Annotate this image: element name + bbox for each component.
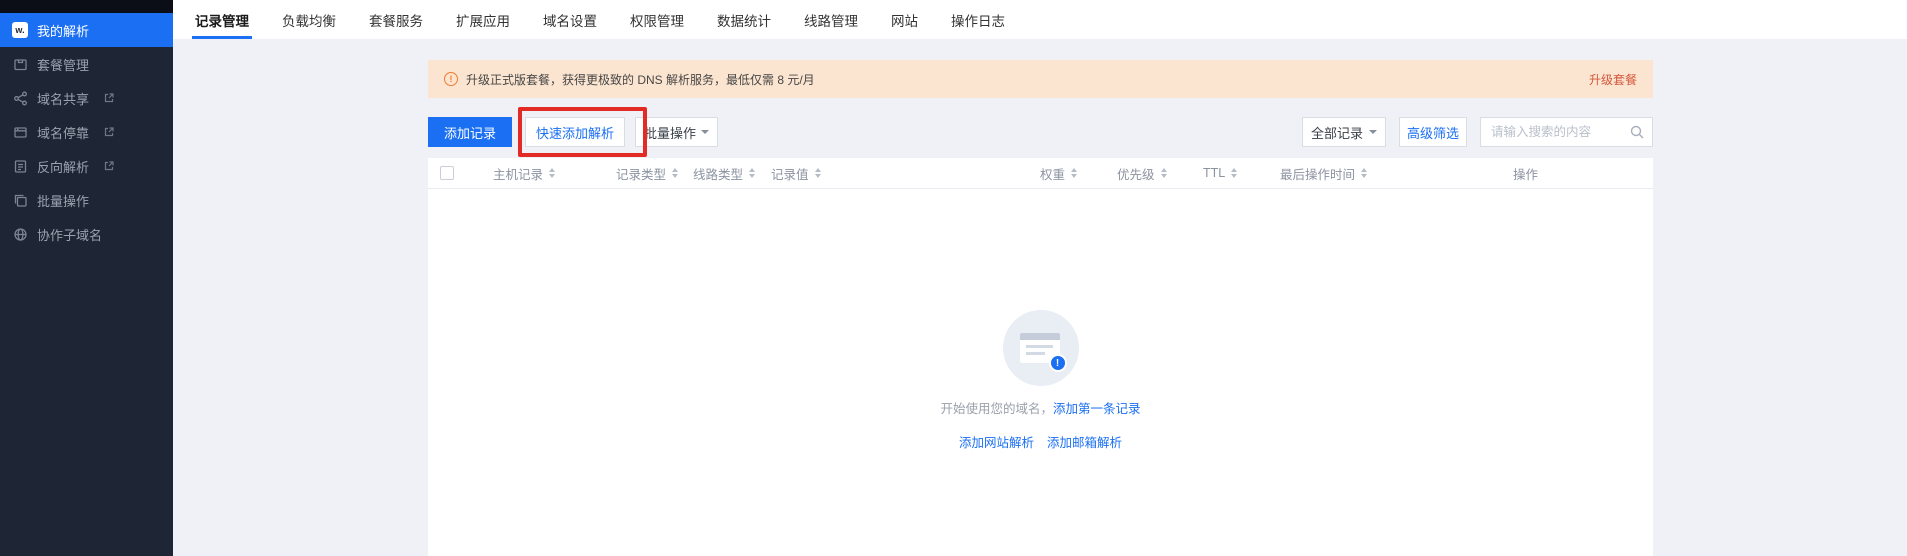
select-all-checkbox[interactable] [440, 166, 454, 180]
tab-load-balancing[interactable]: 负载均衡 [282, 0, 336, 39]
column-header-last-operated[interactable]: 最后操作时间 [1280, 164, 1513, 183]
tab-domain-settings[interactable]: 域名设置 [543, 0, 597, 39]
column-header-actions: 操作 [1513, 164, 1653, 183]
column-label: 最后操作时间 [1280, 164, 1355, 183]
empty-state: ! 开始使用您的域名，添加第一条记录 添加网站解析 添加邮箱解析 [428, 310, 1653, 451]
empty-state-links: 添加网站解析 添加邮箱解析 [959, 432, 1122, 451]
add-first-record-link[interactable]: 添加第一条记录 [1053, 402, 1141, 416]
sidebar-item-label: 套餐管理 [37, 55, 89, 74]
record-toolbar: 添加记录 快速添加解析 批量操作 全部记录 高级筛选 [428, 117, 1653, 147]
quick-add-button[interactable]: 快速添加解析 [525, 117, 625, 147]
globe-icon [12, 226, 28, 242]
batch-operations-dropdown[interactable]: 批量操作 [635, 117, 718, 147]
upgrade-banner-text: 升级正式版套餐，获得更极致的 DNS 解析服务，最低仅需 8 元/月 [466, 71, 815, 88]
column-header-priority[interactable]: 优先级 [1117, 164, 1203, 183]
add-site-record-link[interactable]: 添加网站解析 [959, 432, 1034, 451]
upgrade-plan-link[interactable]: 升级套餐 [1589, 71, 1637, 88]
sidebar-item-label: 域名停靠 [37, 123, 89, 142]
column-label: 记录值 [771, 164, 809, 183]
sidebar-item-domain-sharing[interactable]: 域名共享 [0, 81, 173, 115]
external-link-icon [104, 161, 114, 171]
sidebar-item-reverse-dns[interactable]: 反向解析 [0, 149, 173, 183]
domain-favicon-icon: w. [12, 22, 28, 38]
sort-icon[interactable] [749, 168, 755, 178]
column-label: 记录类型 [616, 164, 666, 183]
toolbar-right-group: 全部记录 高级筛选 [1302, 117, 1653, 147]
column-label: 优先级 [1117, 164, 1155, 183]
column-header-ttl[interactable]: TTL [1203, 166, 1280, 180]
tab-line-management[interactable]: 线路管理 [804, 0, 858, 39]
sidebar-item-my-dns[interactable]: w. 我的解析 [0, 13, 173, 47]
upgrade-banner: ! 升级正式版套餐，获得更极致的 DNS 解析服务，最低仅需 8 元/月 升级套… [428, 60, 1653, 98]
sidebar-item-package-management[interactable]: 套餐管理 [0, 47, 173, 81]
column-header-host[interactable]: 主机记录 [493, 164, 616, 183]
tab-operation-log[interactable]: 操作日志 [951, 0, 1005, 39]
tab-extensions[interactable]: 扩展应用 [456, 0, 510, 39]
chevron-down-icon [701, 130, 709, 134]
column-header-line-type[interactable]: 线路类型 [693, 164, 771, 183]
sidebar-top-strip [0, 0, 173, 13]
sort-icon[interactable] [1161, 168, 1167, 178]
sidebar-item-label: 反向解析 [37, 157, 89, 176]
sidebar-item-label: 域名共享 [37, 89, 89, 108]
sidebar-item-label: 批量操作 [37, 191, 89, 210]
sort-icon[interactable] [549, 168, 555, 178]
column-label: 操作 [1513, 164, 1538, 183]
search-icon[interactable] [1629, 124, 1645, 145]
tab-permission-management[interactable]: 权限管理 [630, 0, 684, 39]
sidebar-item-collaborative-subdomains[interactable]: 协作子域名 [0, 217, 173, 251]
sort-icon[interactable] [1231, 168, 1237, 178]
tab-statistics[interactable]: 数据统计 [717, 0, 771, 39]
sort-icon[interactable] [815, 168, 821, 178]
copy-icon [12, 192, 28, 208]
sidebar-item-domain-parking[interactable]: 域名停靠 [0, 115, 173, 149]
record-filter-label: 全部记录 [1311, 123, 1363, 142]
external-link-icon [104, 127, 114, 137]
record-filter-dropdown[interactable]: 全部记录 [1302, 117, 1386, 147]
warning-circle-icon: ! [444, 72, 458, 86]
share-icon [12, 90, 28, 106]
sort-icon[interactable] [1361, 168, 1367, 178]
column-label: 线路类型 [693, 164, 743, 183]
search-input[interactable] [1480, 117, 1653, 147]
column-header-weight[interactable]: 权重 [1040, 164, 1117, 183]
table-header-row: 主机记录 记录类型 线路类型 记录值 权重 优先级 TTL 最后操作时间 [428, 158, 1653, 189]
empty-state-prefix: 开始使用您的域名， [940, 402, 1053, 416]
column-header-record-type[interactable]: 记录类型 [616, 164, 693, 183]
sort-icon[interactable] [672, 168, 678, 178]
search-box [1480, 117, 1653, 147]
sidebar: w. 我的解析 套餐管理 域名共享 域名停靠 反向解析 [0, 0, 173, 556]
empty-state-message: 开始使用您的域名，添加第一条记录 [940, 398, 1140, 417]
empty-records-icon: ! [1003, 310, 1079, 386]
sidebar-item-batch-operations[interactable]: 批量操作 [0, 183, 173, 217]
batch-operations-label: 批量操作 [644, 123, 696, 142]
document-icon [12, 158, 28, 174]
tab-website[interactable]: 网站 [891, 0, 918, 39]
column-label: 权重 [1040, 164, 1065, 183]
chevron-down-icon [1369, 130, 1377, 134]
browser-window-icon [12, 124, 28, 140]
advanced-filter-button[interactable]: 高级筛选 [1399, 117, 1467, 147]
records-table: 主机记录 记录类型 线路类型 记录值 权重 优先级 TTL 最后操作时间 [428, 158, 1653, 556]
sort-icon[interactable] [1071, 168, 1077, 178]
tab-record-management[interactable]: 记录管理 [195, 0, 249, 39]
add-mail-record-link[interactable]: 添加邮箱解析 [1047, 432, 1122, 451]
exclamation-badge-icon: ! [1049, 354, 1067, 372]
package-icon [12, 56, 28, 72]
tab-plan-service[interactable]: 套餐服务 [369, 0, 423, 39]
external-link-icon [104, 93, 114, 103]
tab-bar: 记录管理 负载均衡 套餐服务 扩展应用 域名设置 权限管理 数据统计 线路管理 … [173, 0, 1907, 39]
add-record-button[interactable]: 添加记录 [428, 117, 512, 147]
sidebar-item-label: 我的解析 [37, 21, 89, 40]
column-label: 主机记录 [493, 164, 543, 183]
column-label: TTL [1203, 166, 1225, 180]
sidebar-item-label: 协作子域名 [37, 225, 102, 244]
column-header-record-value[interactable]: 记录值 [771, 164, 1040, 183]
